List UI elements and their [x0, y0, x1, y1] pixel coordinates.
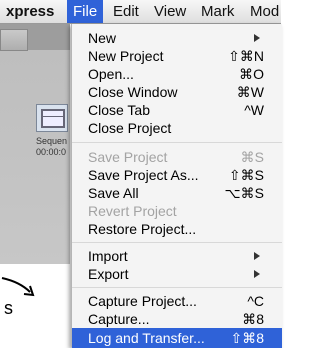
menu-item-log-and-transfer[interactable]: Log and Transfer... ⇧⌘8: [72, 328, 282, 348]
menu-item-capture[interactable]: Capture... ⌘8: [72, 310, 282, 328]
menu-item-close-window[interactable]: Close Window ⌘W: [72, 83, 282, 101]
submenu-arrow-icon: [254, 252, 260, 260]
menu-item-label: Capture...: [88, 311, 150, 327]
menu-item-label: Save Project: [88, 149, 168, 165]
menu-item-label: Revert Project: [88, 203, 177, 219]
menu-item-new-project[interactable]: New Project ⇧⌘N: [72, 47, 282, 65]
menu-file[interactable]: File: [67, 0, 104, 23]
menu-item-shortcut: ⇧⌘8: [230, 330, 264, 346]
menu-mark[interactable]: Mark: [201, 2, 234, 22]
menu-item-close-tab[interactable]: Close Tab ^W: [72, 101, 282, 119]
menu-item-label: Close Tab: [88, 102, 151, 118]
annotation-letter: s: [4, 298, 13, 318]
menu-separator: [72, 287, 282, 288]
menu-item-shortcut: ^W: [244, 102, 264, 118]
menu-item-shortcut: ⇧⌘S: [228, 167, 264, 183]
menu-item-save-project-as[interactable]: Save Project As... ⇧⌘S: [72, 166, 282, 184]
menu-item-shortcut: ⇧⌘N: [228, 48, 264, 64]
browser-tab[interactable]: [0, 29, 28, 51]
menu-item-open[interactable]: Open... ⌘O: [72, 65, 282, 83]
menu-item-label: Close Project: [88, 120, 172, 136]
menu-item-shortcut: ⌘8: [242, 311, 264, 327]
menu-item-restore-project[interactable]: Restore Project...: [72, 220, 282, 238]
menu-item-import[interactable]: Import: [72, 247, 282, 265]
menu-item-label: Restore Project...: [88, 221, 197, 237]
film-frame-icon: [41, 109, 65, 128]
menu-item-save-project[interactable]: Save Project ⌘S: [72, 148, 282, 166]
menu-item-close-project[interactable]: Close Project: [72, 119, 282, 137]
menu-item-label: New: [88, 30, 117, 46]
menu-item-shortcut: ^C: [247, 293, 264, 309]
menu-item-shortcut: ⌘S: [240, 149, 264, 165]
menu-view[interactable]: View: [154, 2, 186, 22]
menu-edit[interactable]: Edit: [113, 2, 139, 22]
menu-item-save-all[interactable]: Save All ⌥⌘S: [72, 184, 282, 202]
file-menu: New New Project ⇧⌘N Open... ⌘O Close Win…: [71, 24, 282, 348]
sequence-name: Sequen: [36, 136, 68, 146]
menu-item-label: New Project: [88, 48, 164, 64]
menu-item-new[interactable]: New: [72, 29, 282, 47]
menu-item-label: Import: [88, 248, 128, 264]
menu-item-export[interactable]: Export: [72, 265, 282, 283]
menu-bar: xpress File Edit View Mark Mod: [0, 0, 281, 24]
menu-separator: [72, 242, 282, 243]
menu-item-shortcut: ⌥⌘S: [224, 185, 264, 201]
menu-modify[interactable]: Mod: [250, 2, 279, 22]
menu-item-label: Export: [88, 266, 129, 282]
menu-item-label: Close Window: [88, 84, 178, 100]
sequence-thumbnail[interactable]: [36, 104, 68, 132]
menu-separator: [72, 142, 282, 143]
menu-item-revert-project[interactable]: Revert Project: [72, 202, 282, 220]
menu-item-label: Log and Transfer...: [88, 330, 205, 346]
submenu-arrow-icon: [254, 34, 260, 42]
menu-app-name[interactable]: xpress: [6, 2, 54, 22]
submenu-arrow-icon: [254, 270, 260, 278]
sequence-timecode: 00:00:0: [36, 147, 67, 157]
menu-item-label: Save All: [88, 185, 139, 201]
menu-item-shortcut: ⌘O: [239, 66, 264, 82]
menu-item-capture-project[interactable]: Capture Project... ^C: [72, 292, 282, 310]
menu-item-label: Capture Project...: [88, 293, 197, 309]
menu-item-label: Open...: [88, 66, 134, 82]
menu-item-shortcut: ⌘W: [236, 84, 264, 100]
menu-item-label: Save Project As...: [88, 167, 199, 183]
